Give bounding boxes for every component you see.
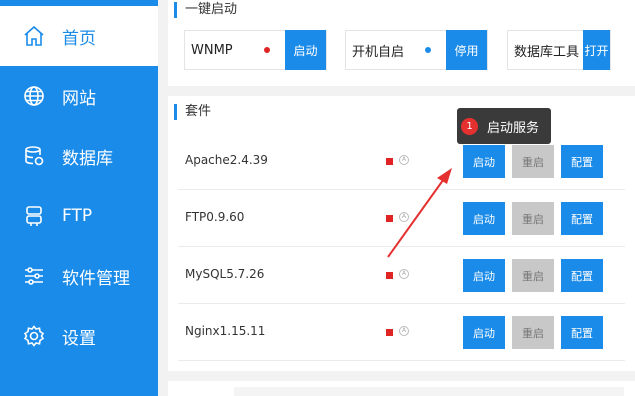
- step-badge: 1: [461, 118, 478, 135]
- restart-button[interactable]: 重启: [512, 316, 554, 349]
- auto-start-icon: A: [399, 212, 409, 222]
- sidebar-item-label: 设置: [62, 328, 96, 349]
- quick-launch-panel: 一键启动 WNMP 启动 开机自启 停用 数据库工具 打开: [168, 0, 635, 86]
- kits-title: 套件: [174, 104, 211, 120]
- status-dot: [264, 47, 270, 53]
- kits-panel: 套件 Apache2.4.39 A 启动 重启 配置 FTP0.9.60 A 启…: [168, 96, 635, 371]
- globe-icon: [22, 84, 46, 108]
- stopped-status-icon: [386, 158, 393, 165]
- sidebar-item-label: 首页: [62, 28, 96, 49]
- sidebar-item-website[interactable]: 网站: [0, 66, 158, 126]
- table-row: Apache2.4.39 A 启动 重启 配置: [168, 133, 635, 190]
- config-button[interactable]: 配置: [561, 259, 603, 292]
- quick-launch-title: 一键启动: [174, 2, 237, 18]
- stopped-status-icon: [386, 329, 393, 336]
- sidebar-item-settings[interactable]: 设置: [0, 306, 158, 366]
- config-button[interactable]: 配置: [561, 316, 603, 349]
- restart-button[interactable]: 重启: [512, 259, 554, 292]
- auto-start-icon: A: [399, 155, 409, 165]
- start-button[interactable]: 启动: [463, 202, 505, 235]
- autostart-disable-button[interactable]: 停用: [446, 30, 487, 70]
- sidebar-item-database[interactable]: 数据库: [0, 126, 158, 186]
- database-icon: [22, 144, 46, 168]
- config-button[interactable]: 配置: [561, 145, 603, 178]
- service-name: MySQL5.7.26: [185, 267, 265, 281]
- service-name: FTP0.9.60: [185, 210, 245, 224]
- restart-button[interactable]: 重启: [512, 202, 554, 235]
- sidebar-item-software[interactable]: 软件管理: [0, 246, 158, 306]
- start-button[interactable]: 启动: [463, 145, 505, 178]
- quick-group-label: WNMP: [191, 42, 233, 58]
- restart-button[interactable]: 重启: [512, 145, 554, 178]
- row-divider: [178, 360, 625, 361]
- table-row: FTP0.9.60 A 启动 重启 配置: [168, 190, 635, 247]
- config-button[interactable]: 配置: [561, 202, 603, 235]
- sidebar-item-ftp[interactable]: FTP: [0, 186, 158, 246]
- sidebar-item-label: 软件管理: [62, 268, 130, 289]
- service-name: Nginx1.15.11: [185, 324, 266, 338]
- home-icon: [22, 24, 46, 48]
- tooltip-text: 启动服务: [487, 120, 540, 136]
- dbtool-open-button[interactable]: 打开: [583, 30, 610, 70]
- table-row: MySQL5.7.26 A 启动 重启 配置: [168, 247, 635, 304]
- bottom-panel: [168, 381, 635, 396]
- wnmp-start-button[interactable]: 启动: [285, 30, 326, 70]
- quick-group-label: 开机自启: [352, 44, 405, 60]
- sidebar-item-label: 数据库: [62, 148, 113, 169]
- table-row: Nginx1.15.11 A 启动 重启 配置: [168, 304, 635, 361]
- sidebar-item-home[interactable]: 首页: [0, 6, 158, 66]
- start-button[interactable]: 启动: [463, 259, 505, 292]
- sidebar: 首页 网站 数据库 FTP 软件管理 设置: [0, 0, 158, 396]
- auto-start-icon: A: [399, 326, 409, 336]
- start-button[interactable]: 启动: [463, 316, 505, 349]
- stopped-status-icon: [386, 215, 393, 222]
- bottom-placeholder: [234, 387, 624, 396]
- quick-group-autostart: 开机自启 停用: [345, 30, 488, 70]
- service-name: Apache2.4.39: [185, 153, 268, 167]
- sidebar-item-label: FTP: [62, 206, 93, 226]
- quick-group-wnmp: WNMP 启动: [184, 30, 327, 70]
- sidebar-item-label: 网站: [62, 88, 96, 109]
- sliders-icon: [22, 264, 46, 288]
- auto-start-icon: A: [399, 269, 409, 279]
- quick-group-dbtool: 数据库工具 打开: [507, 30, 611, 70]
- ftp-icon: [22, 204, 46, 228]
- stopped-status-icon: [386, 272, 393, 279]
- gear-icon: [22, 324, 46, 348]
- quick-group-label: 数据库工具: [514, 44, 580, 60]
- status-dot: [425, 47, 431, 53]
- start-service-tooltip: 1 启动服务: [457, 108, 551, 144]
